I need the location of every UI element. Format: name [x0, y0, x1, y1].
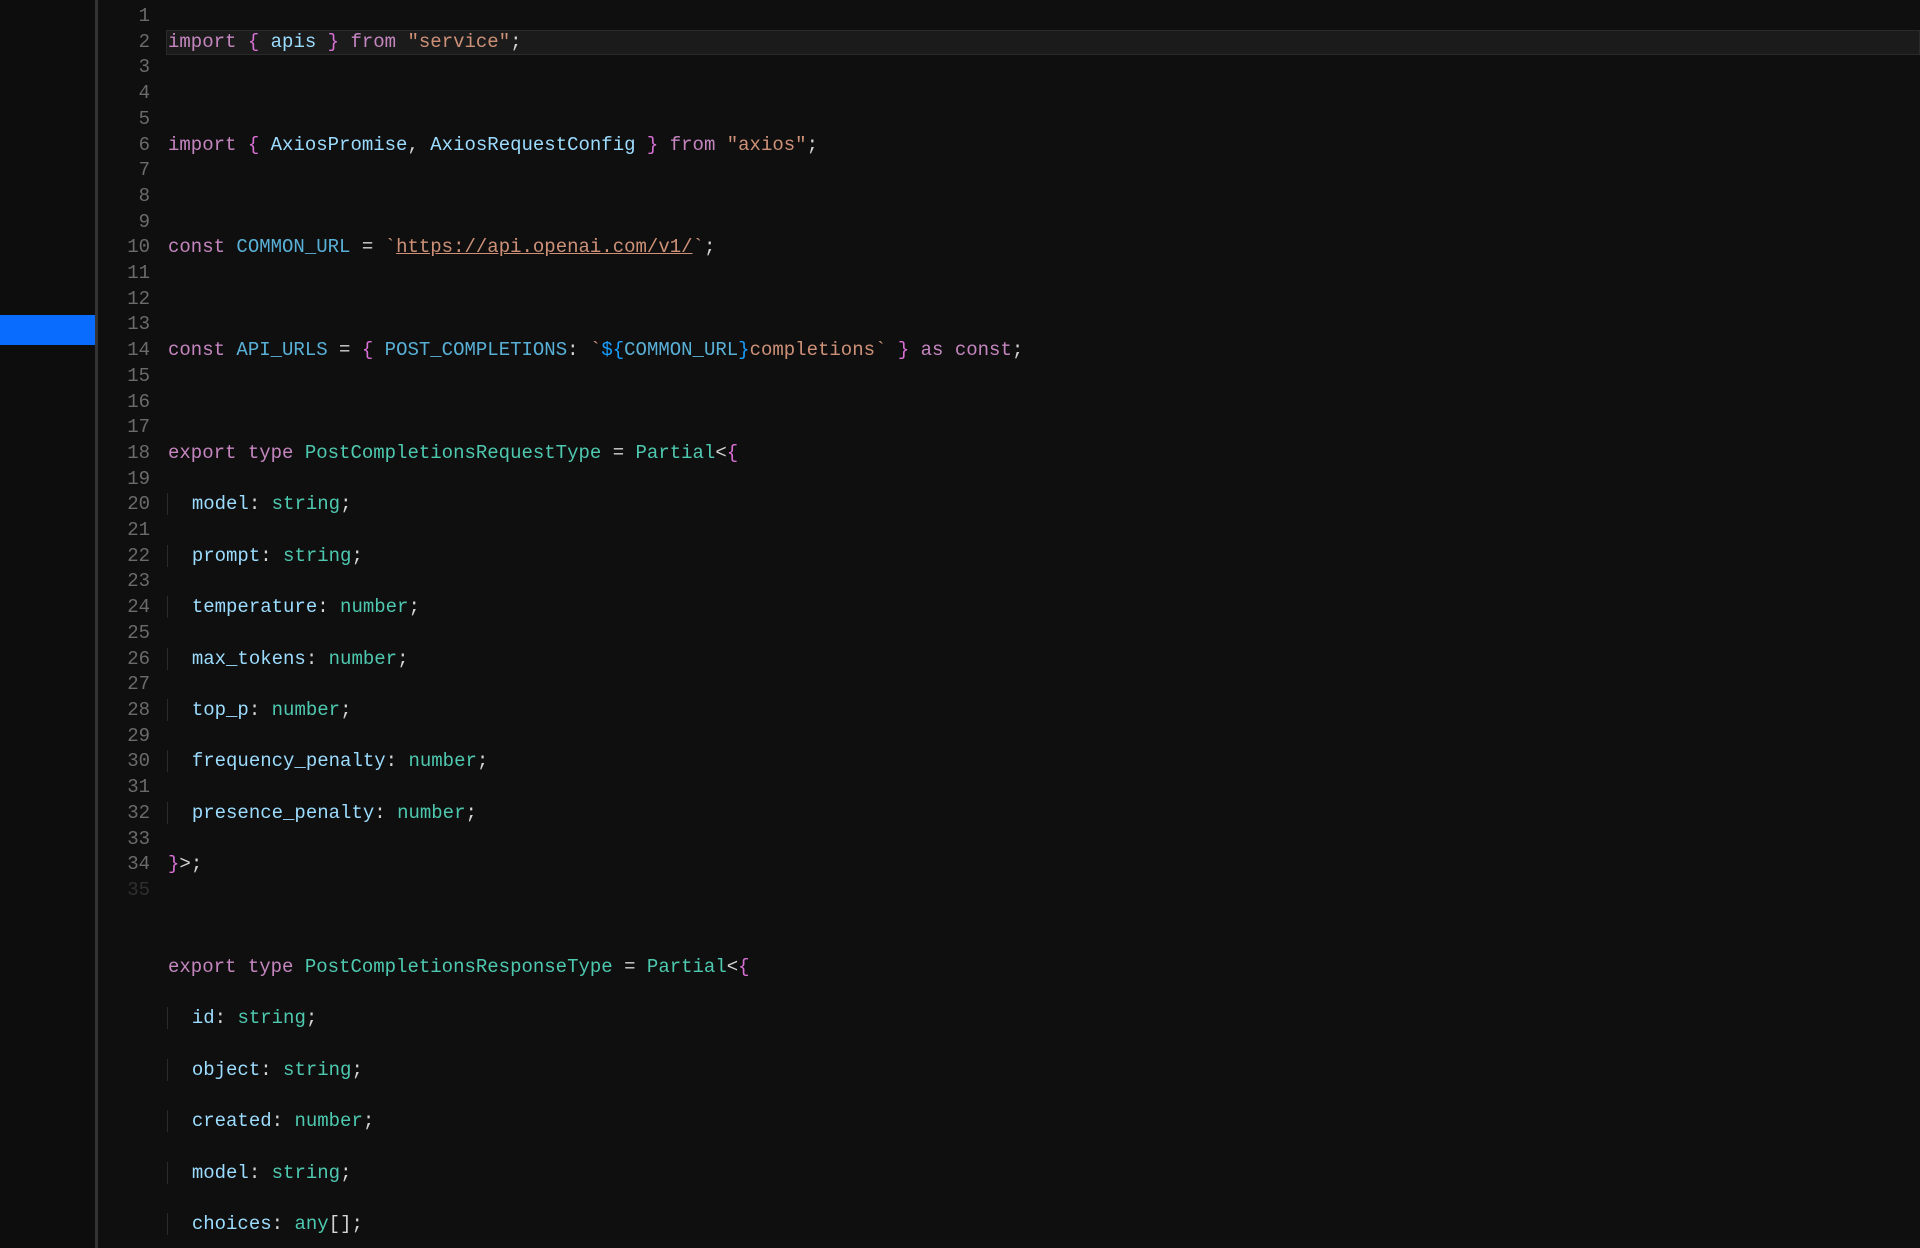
- code-line[interactable]: [168, 81, 1920, 107]
- line-number: 27: [98, 672, 150, 698]
- line-number: 25: [98, 621, 150, 647]
- line-number: 17: [98, 415, 150, 441]
- line-number: 12: [98, 287, 150, 313]
- code-line[interactable]: prompt: string;: [168, 544, 1920, 570]
- code-line[interactable]: choices: any[];: [168, 1212, 1920, 1238]
- code-line[interactable]: frequency_penalty: number;: [168, 749, 1920, 775]
- code-line[interactable]: model: string;: [168, 1161, 1920, 1187]
- line-number: 22: [98, 544, 150, 570]
- line-number: 1: [98, 4, 150, 30]
- code-line[interactable]: }>;: [168, 852, 1920, 878]
- code-line[interactable]: temperature: number;: [168, 595, 1920, 621]
- line-number: 20: [98, 492, 150, 518]
- code-line[interactable]: const API_URLS = { POST_COMPLETIONS: `${…: [168, 338, 1920, 364]
- activity-bar[interactable]: [0, 0, 95, 1248]
- line-number: 14: [98, 338, 150, 364]
- code-line[interactable]: top_p: number;: [168, 698, 1920, 724]
- line-number: 10: [98, 235, 150, 261]
- line-number: 31: [98, 775, 150, 801]
- code-line[interactable]: [168, 904, 1920, 930]
- code-area[interactable]: import { apis } from "service"; import {…: [168, 0, 1920, 1248]
- code-line[interactable]: [168, 390, 1920, 416]
- line-number: 7: [98, 158, 150, 184]
- line-number: 2: [98, 30, 150, 56]
- line-number: 6: [98, 133, 150, 159]
- line-number: 15: [98, 364, 150, 390]
- line-number: 8: [98, 184, 150, 210]
- code-line[interactable]: import { apis } from "service";: [166, 30, 1920, 56]
- line-number: 21: [98, 518, 150, 544]
- code-line[interactable]: presence_penalty: number;: [168, 801, 1920, 827]
- line-number: 4: [98, 81, 150, 107]
- code-line[interactable]: const COMMON_URL = `https://api.openai.c…: [168, 235, 1920, 261]
- line-number: 32: [98, 801, 150, 827]
- code-line[interactable]: created: number;: [168, 1109, 1920, 1135]
- line-number: 13: [98, 312, 150, 338]
- code-line[interactable]: export type PostCompletionsResponseType …: [168, 955, 1920, 981]
- activity-bar-active-marker: [0, 315, 95, 345]
- line-number: 3: [98, 55, 150, 81]
- line-number: 28: [98, 698, 150, 724]
- line-number: 33: [98, 827, 150, 853]
- code-line[interactable]: model: string;: [168, 492, 1920, 518]
- code-line[interactable]: [168, 184, 1920, 210]
- line-number: 34: [98, 852, 150, 878]
- app-root: 1234567891011121314151617181920212223242…: [0, 0, 1920, 1248]
- line-number: 24: [98, 595, 150, 621]
- line-number: 35: [98, 878, 150, 904]
- line-number: 11: [98, 261, 150, 287]
- code-line[interactable]: import { AxiosPromise, AxiosRequestConfi…: [168, 133, 1920, 159]
- code-line[interactable]: object: string;: [168, 1058, 1920, 1084]
- line-number: 16: [98, 390, 150, 416]
- code-line[interactable]: max_tokens: number;: [168, 647, 1920, 673]
- line-number: 19: [98, 467, 150, 493]
- line-number-gutter: 1234567891011121314151617181920212223242…: [98, 0, 168, 1248]
- line-number: 5: [98, 107, 150, 133]
- editor[interactable]: 1234567891011121314151617181920212223242…: [95, 0, 1920, 1248]
- code-line[interactable]: [168, 287, 1920, 313]
- line-number: 23: [98, 569, 150, 595]
- code-line[interactable]: id: string;: [168, 1006, 1920, 1032]
- line-number: 9: [98, 210, 150, 236]
- line-number: 29: [98, 724, 150, 750]
- line-number: 18: [98, 441, 150, 467]
- line-number: 26: [98, 647, 150, 673]
- code-line[interactable]: export type PostCompletionsRequestType =…: [168, 441, 1920, 467]
- line-number: 30: [98, 749, 150, 775]
